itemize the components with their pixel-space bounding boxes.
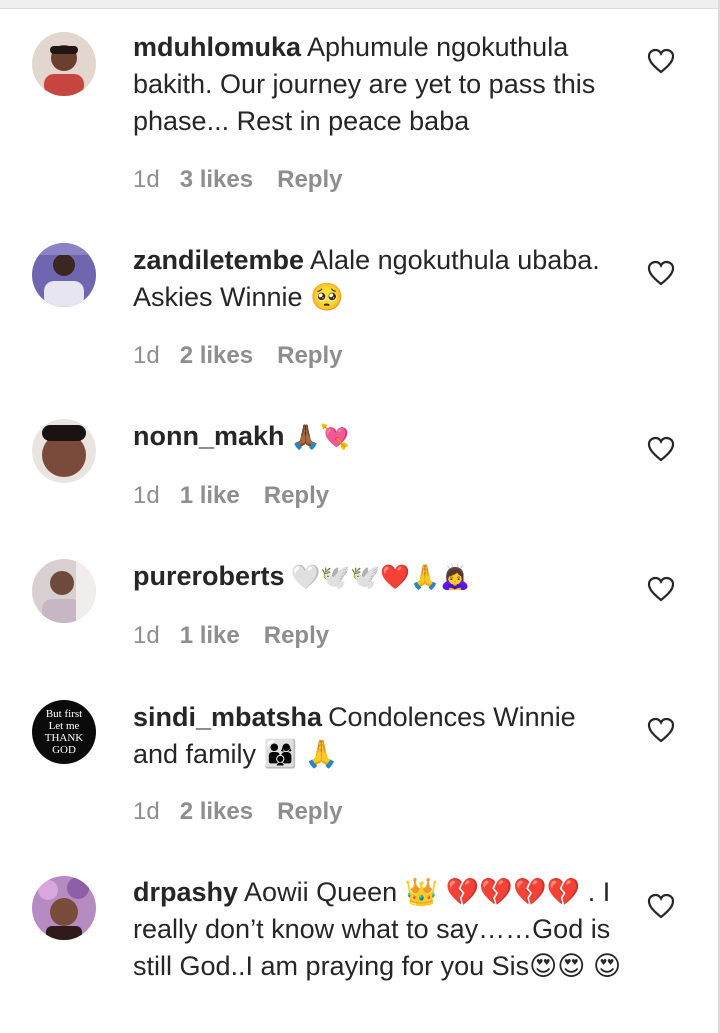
comment-meta: 1d 2 likes Reply [133, 342, 342, 370]
comment-likes[interactable]: 1 like [180, 622, 240, 650]
comment-meta: 1d 3 likes Reply [133, 166, 342, 194]
reply-button[interactable]: Reply [277, 166, 342, 194]
avatar-line: But first [45, 708, 83, 720]
avatar[interactable] [32, 559, 96, 623]
comment-username[interactable]: sindi_mbatsha [133, 702, 322, 732]
comment-body: 🤍🕊️🕊️❤️🙏🙇‍♀️ [290, 563, 470, 591]
heart-icon[interactable] [647, 893, 675, 919]
comment-text: mduhlomuka Aphumule ngokuthula bakith. Ou… [133, 29, 623, 140]
avatar-line: Let me [48, 720, 80, 732]
comment-text: zandiletembe Alale ngokuthula ubaba. Aski… [133, 242, 623, 316]
avatar[interactable] [32, 419, 96, 483]
comment-likes[interactable]: 3 likes [180, 166, 253, 194]
comment-time: 1d [133, 622, 160, 649]
avatar[interactable] [32, 243, 96, 307]
comment-text: sindi_mbatsha Condolences Winnie and fami… [133, 699, 623, 773]
comment-meta: 1d 1 like Reply [133, 482, 329, 510]
avatar[interactable]: But first Let me THANK GOD [32, 700, 96, 764]
comment-text: drpashy Aowii Queen 👑 💔💔💔💔 . I really don… [133, 874, 623, 985]
heart-icon[interactable] [647, 260, 675, 286]
comment-text: nonn_makh 🙏🏾💘 [133, 418, 623, 456]
reply-button[interactable]: Reply [264, 622, 329, 650]
comment-time: 1d [133, 342, 160, 369]
comment-body: 🙏🏾💘 [290, 423, 351, 451]
comment-time: 1d [133, 798, 160, 825]
heart-icon[interactable] [647, 717, 675, 743]
comment-likes[interactable]: 2 likes [180, 798, 253, 826]
reply-button[interactable]: Reply [277, 798, 342, 826]
comment-meta: 1d 1 like Reply [133, 622, 329, 650]
avatar[interactable] [32, 876, 96, 940]
comment-username[interactable]: drpashy [133, 877, 238, 907]
heart-icon[interactable] [647, 436, 675, 462]
comment-username[interactable]: mduhlomuka [133, 32, 301, 62]
comment-likes[interactable]: 1 like [180, 482, 240, 510]
heart-icon[interactable] [647, 48, 675, 74]
comment-text: pureroberts 🤍🕊️🕊️❤️🙏🙇‍♀️ [133, 558, 623, 596]
comment-time: 1d [133, 166, 160, 193]
comment-username[interactable]: pureroberts [133, 561, 285, 591]
comment-username[interactable]: nonn_makh [133, 421, 285, 451]
comment-username[interactable]: zandiletembe [133, 245, 304, 275]
reply-button[interactable]: Reply [264, 482, 329, 510]
avatar[interactable] [32, 32, 96, 96]
reply-button[interactable]: Reply [277, 342, 342, 370]
comment-meta: 1d 2 likes Reply [133, 798, 342, 826]
avatar-line: THANK GOD [44, 732, 84, 756]
comment-likes[interactable]: 2 likes [180, 342, 253, 370]
top-divider [0, 0, 720, 9]
heart-icon[interactable] [647, 576, 675, 602]
comment-time: 1d [133, 482, 160, 509]
